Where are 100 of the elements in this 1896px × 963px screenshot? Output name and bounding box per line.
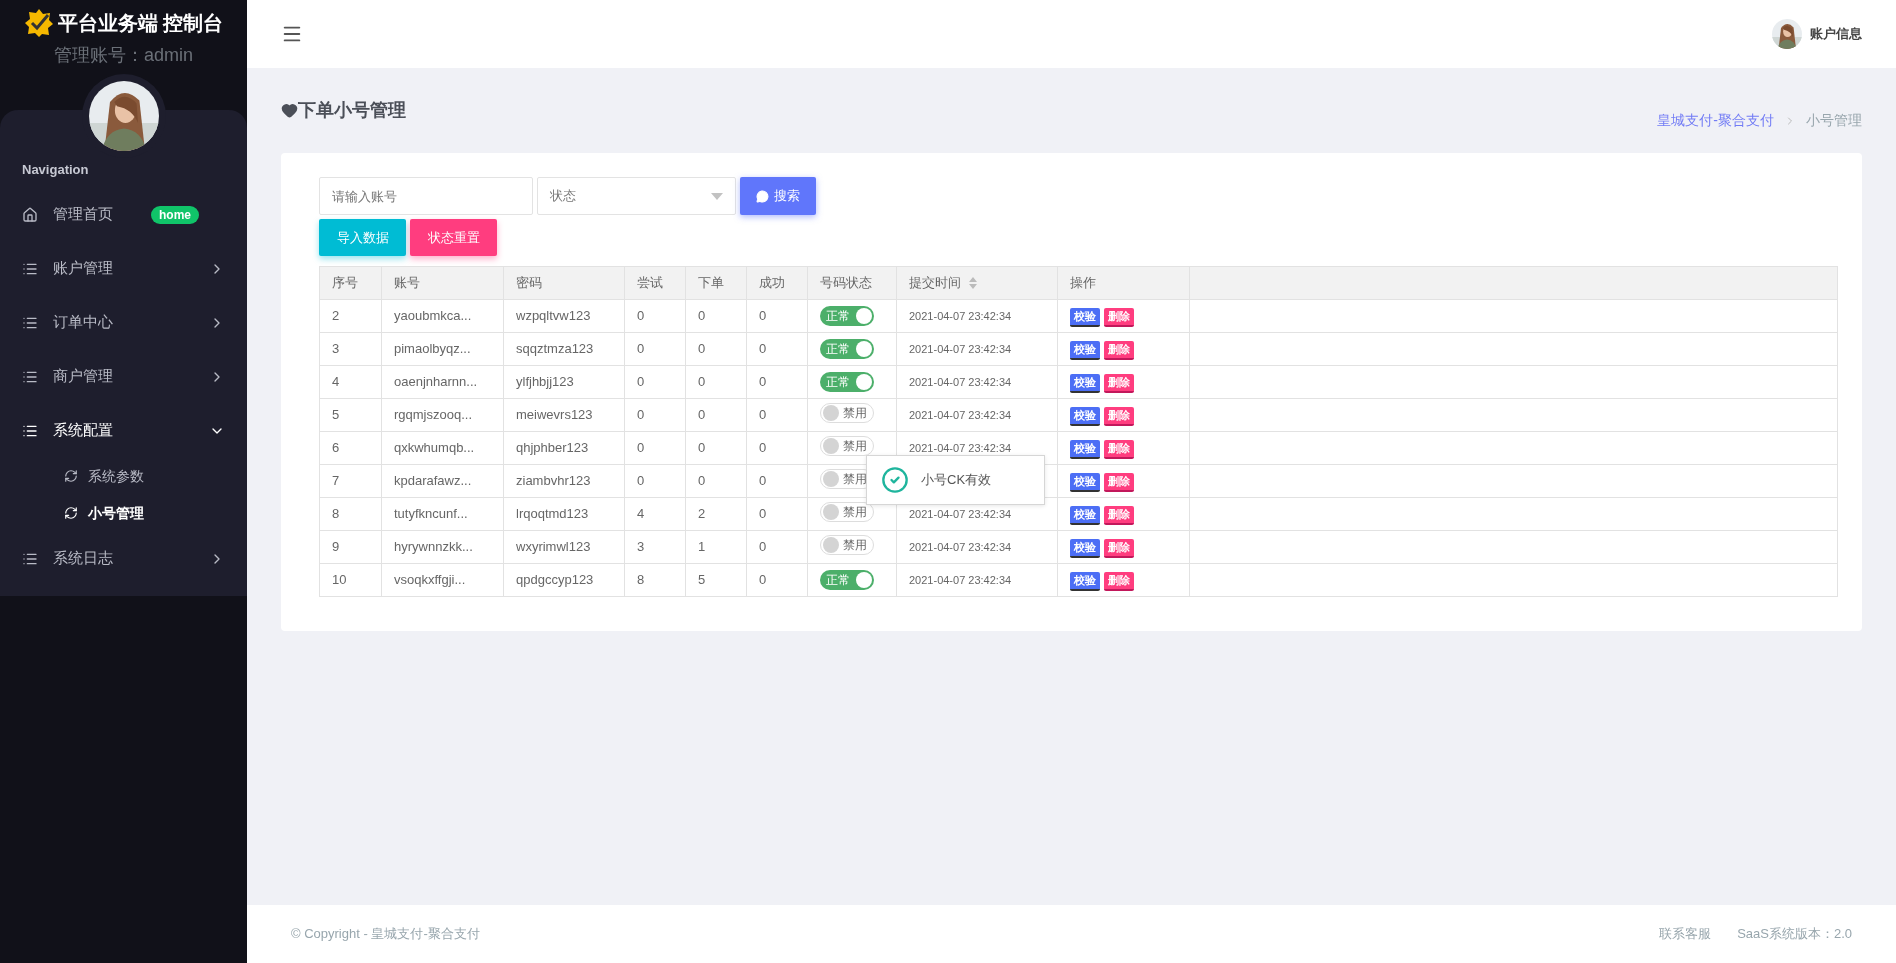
- reset-status-button[interactable]: 状态重置: [410, 219, 497, 256]
- delete-button[interactable]: 删除: [1104, 505, 1134, 525]
- column-header: 号码状态: [807, 266, 897, 300]
- search-button[interactable]: 搜索: [740, 177, 816, 215]
- nav-item[interactable]: 系统日志: [0, 531, 247, 586]
- nav-item[interactable]: 系统配置: [0, 403, 247, 458]
- delete-button[interactable]: 删除: [1104, 373, 1134, 393]
- table-cell: 7: [319, 464, 382, 498]
- table-cell: 9: [319, 530, 382, 564]
- verify-button[interactable]: 校验: [1070, 373, 1100, 393]
- column-header: 账号: [381, 266, 504, 300]
- column-header: 密码: [503, 266, 625, 300]
- column-header: 成功: [746, 266, 808, 300]
- account-field[interactable]: 请输入账号: [319, 177, 533, 215]
- verify-button[interactable]: 校验: [1070, 538, 1100, 558]
- table-cell: 0: [624, 431, 686, 465]
- refresh-icon: [64, 469, 78, 483]
- status-toggle[interactable]: 正常: [820, 339, 874, 359]
- table-cell: 0: [624, 299, 686, 333]
- table-cell: 3: [624, 530, 686, 564]
- table-cell: 2021-04-07 23:42:34: [896, 398, 1058, 432]
- breadcrumb-link[interactable]: 皇城支付-聚合支付: [1657, 110, 1774, 131]
- table-cell: 0: [685, 398, 747, 432]
- delete-button[interactable]: 删除: [1104, 439, 1134, 459]
- heart-icon: [281, 102, 298, 119]
- table-cell: 2021-04-07 23:42:34: [896, 530, 1058, 564]
- verify-button[interactable]: 校验: [1070, 505, 1100, 525]
- chat-bubble-icon: [756, 189, 769, 203]
- table-cell: 0: [746, 431, 808, 465]
- column-header[interactable]: 提交时间: [896, 266, 1058, 300]
- table-cell: sqqztmza123: [503, 332, 625, 366]
- table-cell: 2: [319, 299, 382, 333]
- nav-heading: Navigation: [21, 161, 90, 179]
- table-cell: wxyrimwl123: [503, 530, 625, 564]
- verify-button[interactable]: 校验: [1070, 406, 1100, 426]
- table-cell: 0: [624, 398, 686, 432]
- table-cell: 0: [746, 464, 808, 498]
- page-title: 下单小号管理: [298, 99, 406, 122]
- footer-link[interactable]: 联系客服: [1659, 924, 1712, 944]
- verify-button[interactable]: 校验: [1070, 439, 1100, 459]
- table-cell: 4: [319, 365, 382, 399]
- table-cell: 0: [746, 365, 808, 399]
- table-cell: hyrywnnzkk...: [381, 530, 504, 564]
- table-cell: 0: [624, 332, 686, 366]
- footer-link[interactable]: SaaS系统版本：2.0: [1737, 924, 1852, 944]
- breadcrumb-current: 小号管理: [1806, 111, 1862, 130]
- status-toggle[interactable]: 正常: [820, 570, 874, 590]
- table-cell: lrqoqtmd123: [503, 497, 625, 531]
- refresh-icon: [64, 506, 78, 520]
- table-cell: 8: [319, 497, 382, 531]
- verify-button[interactable]: 校验: [1070, 571, 1100, 591]
- status-toggle[interactable]: 禁用: [820, 403, 874, 424]
- account-info-link[interactable]: 账户信息: [1810, 24, 1862, 44]
- status-select[interactable]: 状态: [537, 177, 736, 215]
- status-toggle[interactable]: 禁用: [820, 436, 874, 457]
- verify-button[interactable]: 校验: [1070, 472, 1100, 492]
- verify-button[interactable]: 校验: [1070, 340, 1100, 360]
- user-avatar[interactable]: [1772, 19, 1802, 49]
- table-cell: rgqmjszooq...: [381, 398, 504, 432]
- table-cell: 0: [746, 332, 808, 366]
- status-toggle[interactable]: 正常: [820, 306, 874, 326]
- table-cell: qpdgccyp123: [503, 563, 625, 597]
- nav-subitem[interactable]: 系统参数: [0, 457, 247, 495]
- column-header: 下单: [685, 266, 747, 300]
- delete-button[interactable]: 删除: [1104, 571, 1134, 591]
- table-cell: ylfjhbjj123: [503, 365, 625, 399]
- column-header: 尝试: [624, 266, 686, 300]
- table-cell: vsoqkxffgji...: [381, 563, 504, 597]
- verify-button[interactable]: 校验: [1070, 307, 1100, 327]
- status-toggle[interactable]: 禁用: [820, 502, 874, 523]
- delete-button[interactable]: 删除: [1104, 406, 1134, 426]
- table-cell: 0: [624, 365, 686, 399]
- table-cell: tutyfkncunf...: [381, 497, 504, 531]
- status-toggle[interactable]: 禁用: [820, 535, 874, 556]
- nav-item[interactable]: 账户管理: [0, 241, 247, 296]
- table-cell: 2021-04-07 23:42:34: [896, 332, 1058, 366]
- account-name: 管理账号：admin: [54, 44, 193, 67]
- table-cell: 0: [685, 299, 747, 333]
- delete-button[interactable]: 删除: [1104, 472, 1134, 492]
- dropdown-caret-icon: [711, 192, 723, 200]
- import-data-button[interactable]: 导入数据: [319, 219, 406, 256]
- nav-item[interactable]: 商户管理: [0, 349, 247, 404]
- table-cell: 5: [685, 563, 747, 597]
- toast-message: 小号CK有效: [921, 471, 992, 490]
- delete-button[interactable]: 删除: [1104, 340, 1134, 360]
- logo-icon: [23, 8, 54, 38]
- table-cell: ziambvhr123: [503, 464, 625, 498]
- brand-title: 平台业务端 控制台: [57, 11, 224, 36]
- check-circle-icon: [881, 466, 909, 494]
- table-cell: kpdarafawz...: [381, 464, 504, 498]
- delete-button[interactable]: 删除: [1104, 538, 1134, 558]
- delete-button[interactable]: 删除: [1104, 307, 1134, 327]
- table-cell: 8: [624, 563, 686, 597]
- table-cell: 5: [319, 398, 382, 432]
- nav-subitem[interactable]: 小号管理: [0, 494, 247, 532]
- nav-item[interactable]: 订单中心: [0, 295, 247, 350]
- nav-item[interactable]: 管理首页 home: [0, 187, 247, 242]
- table-cell: 2021-04-07 23:42:34: [896, 563, 1058, 597]
- table-cell: 6: [319, 431, 382, 465]
- status-toggle[interactable]: 正常: [820, 372, 874, 392]
